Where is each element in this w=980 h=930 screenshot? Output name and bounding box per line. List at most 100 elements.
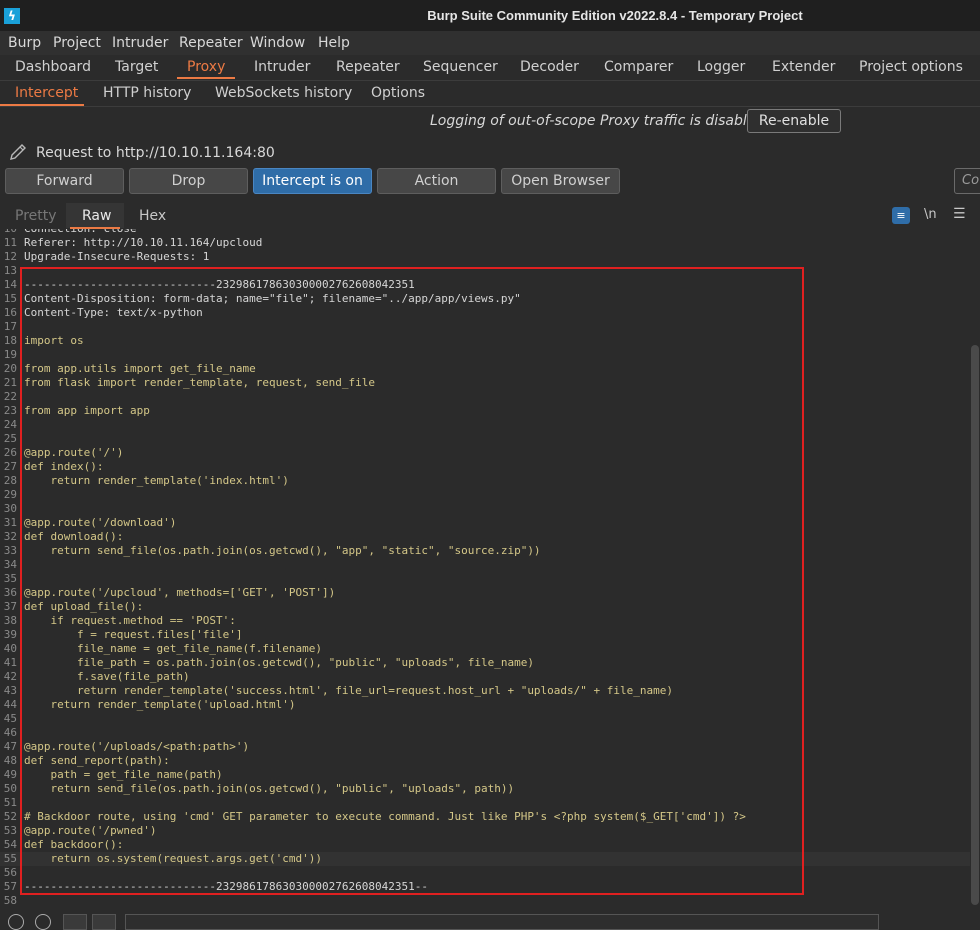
code-line: 12 Upgrade-Insecure-Requests: 1 [0, 250, 970, 264]
intercept-toggle-button[interactable]: Intercept is on [253, 168, 372, 194]
newline-toggle-icon[interactable]: \n [924, 207, 937, 222]
line-number: 17 [3, 320, 17, 333]
tab-pretty[interactable]: Pretty [15, 208, 57, 224]
tab-dashboard[interactable]: Dashboard [15, 59, 91, 75]
line-text: file_name = get_file_name(f.filename) [24, 642, 323, 655]
line-number: 41 [3, 656, 17, 669]
menu-bar: Burp Project Intruder Repeater Window He… [0, 31, 980, 55]
proxy-subtab-bar: Intercept HTTP history WebSockets histor… [0, 81, 980, 107]
code-line: 11 Referer: http://10.10.11.164/upcloud [0, 236, 970, 250]
raw-request-editor[interactable]: 10 Connection: close 11 Referer: http://10.… [0, 229, 970, 905]
menu-help[interactable]: Help [318, 35, 350, 51]
subtab-websockets-history[interactable]: WebSockets history [215, 85, 352, 101]
line-text: -----------------------------23298617863… [24, 278, 415, 291]
settings-gear-icon[interactable] [35, 914, 51, 930]
line-number: 14 [3, 278, 17, 291]
line-text: return send_file(os.path.join(os.getcwd(… [24, 782, 515, 795]
code-line: 47 @app.route('/uploads/<path:path>') [0, 740, 970, 754]
open-browser-button[interactable]: Open Browser [501, 168, 620, 194]
tab-decoder[interactable]: Decoder [520, 59, 579, 75]
code-line: 13 [0, 264, 970, 278]
drop-button[interactable]: Drop [129, 168, 248, 194]
tab-hex[interactable]: Hex [139, 208, 166, 224]
editor-bottom-bar [0, 905, 980, 930]
line-number: 13 [3, 264, 17, 277]
action-button[interactable]: Action [377, 168, 496, 194]
code-line: 15 Content-Disposition: form-data; name="… [0, 292, 970, 306]
line-text: return render_template('success.html', f… [24, 684, 674, 697]
line-number: 23 [3, 404, 17, 417]
code-line: 40 file_name = get_file_name(f.filename) [0, 642, 970, 656]
line-number: 19 [3, 348, 17, 361]
line-number: 38 [3, 614, 17, 627]
pencil-icon[interactable] [8, 142, 28, 162]
line-number: 44 [3, 698, 17, 711]
tab-raw[interactable]: Raw [82, 208, 111, 224]
code-line: 50 return send_file(os.path.join(os.getc… [0, 782, 970, 796]
line-text: from app import app [24, 404, 150, 417]
subtab-options[interactable]: Options [371, 85, 425, 101]
line-text: def backdoor(): [24, 838, 124, 851]
code-line: 54 def backdoor(): [0, 838, 970, 852]
line-number: 47 [3, 740, 17, 753]
code-line: 36 @app.route('/upcloud', methods=['GET',… [0, 586, 970, 600]
line-text: if request.method == 'POST': [24, 614, 236, 627]
line-number: 58 [3, 894, 17, 905]
line-text: Referer: http://10.10.11.164/upcloud [24, 236, 263, 249]
line-number: 25 [3, 432, 17, 445]
help-icon[interactable] [8, 914, 24, 930]
tab-comparer[interactable]: Comparer [604, 59, 673, 75]
code-line: 24 [0, 418, 970, 432]
subtab-http-history[interactable]: HTTP history [103, 85, 191, 101]
tab-logger[interactable]: Logger [697, 59, 745, 75]
wrap-lines-icon[interactable]: ≡ [892, 207, 910, 224]
window-title: Burp Suite Community Edition v2022.8.4 -… [427, 8, 803, 23]
code-line: 31 @app.route('/download') [0, 516, 970, 530]
line-text: f = request.files['file'] [24, 628, 243, 641]
menu-window[interactable]: Window [250, 35, 305, 51]
code-line: 38 if request.method == 'POST': [0, 614, 970, 628]
line-text: from app.utils import get_file_name [24, 362, 256, 375]
code-line: 57 -----------------------------232986178… [0, 880, 970, 894]
line-number: 57 [3, 880, 17, 893]
subtab-intercept[interactable]: Intercept [15, 85, 78, 101]
forward-button[interactable]: Forward [5, 168, 124, 194]
editor-scrollbar-thumb[interactable] [971, 345, 979, 905]
next-match-button[interactable] [92, 914, 116, 930]
code-line: 18 import os [0, 334, 970, 348]
line-number: 48 [3, 754, 17, 767]
code-line: 56 [0, 866, 970, 880]
tab-extender[interactable]: Extender [772, 59, 835, 75]
line-number: 20 [3, 362, 17, 375]
menu-repeater[interactable]: Repeater [179, 35, 243, 51]
line-number: 31 [3, 516, 17, 529]
line-number: 50 [3, 782, 17, 795]
tab-project-options[interactable]: Project options [859, 59, 963, 75]
line-text: Content-Disposition: form-data; name="fi… [24, 292, 521, 305]
main-tab-bar: Dashboard Target Proxy Intruder Repeater… [0, 55, 980, 81]
line-number: 18 [3, 334, 17, 347]
menu-project[interactable]: Project [53, 35, 101, 51]
editor-menu-icon[interactable]: ☰ [953, 206, 966, 222]
previous-match-button[interactable] [63, 914, 87, 930]
code-line: 23 from app import app [0, 404, 970, 418]
line-number: 54 [3, 838, 17, 851]
line-text: file_path = os.path.join(os.getcwd(), "p… [24, 656, 534, 669]
line-number: 37 [3, 600, 17, 613]
line-number: 33 [3, 544, 17, 557]
tab-intruder[interactable]: Intruder [254, 59, 310, 75]
tab-repeater[interactable]: Repeater [336, 59, 400, 75]
search-input[interactable] [125, 914, 879, 930]
line-text: import os [24, 334, 84, 347]
line-text: @app.route('/pwned') [24, 824, 157, 837]
comment-input[interactable]: Co [954, 168, 980, 194]
line-number: 43 [3, 684, 17, 697]
line-number: 32 [3, 530, 17, 543]
menu-burp[interactable]: Burp [8, 35, 41, 51]
tab-sequencer[interactable]: Sequencer [423, 59, 498, 75]
reenable-button[interactable]: Re-enable [747, 109, 841, 133]
tab-target[interactable]: Target [115, 59, 158, 75]
tab-proxy[interactable]: Proxy [187, 59, 225, 75]
menu-intruder[interactable]: Intruder [112, 35, 168, 51]
line-number: 22 [3, 390, 17, 403]
